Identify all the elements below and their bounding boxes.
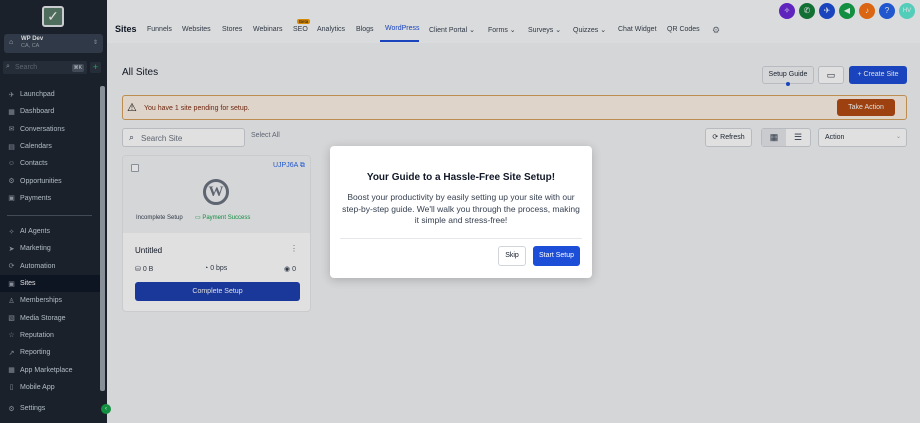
skip-button[interactable]: Skip [498, 246, 526, 266]
app-root: ✓ ⌂ WP Dev CA, CA ⇕ ⌕ Search ⌘K + ✈ Launc… [0, 0, 920, 423]
setup-guide-modal: Your Guide to a Hassle-Free Site Setup! … [330, 146, 592, 278]
modal-body: Boost your productivity by easily settin… [342, 192, 580, 225]
modal-divider [340, 238, 582, 239]
modal-title: Your Guide to a Hassle-Free Site Setup! [366, 172, 556, 183]
start-setup-button[interactable]: Start Setup [533, 246, 580, 266]
